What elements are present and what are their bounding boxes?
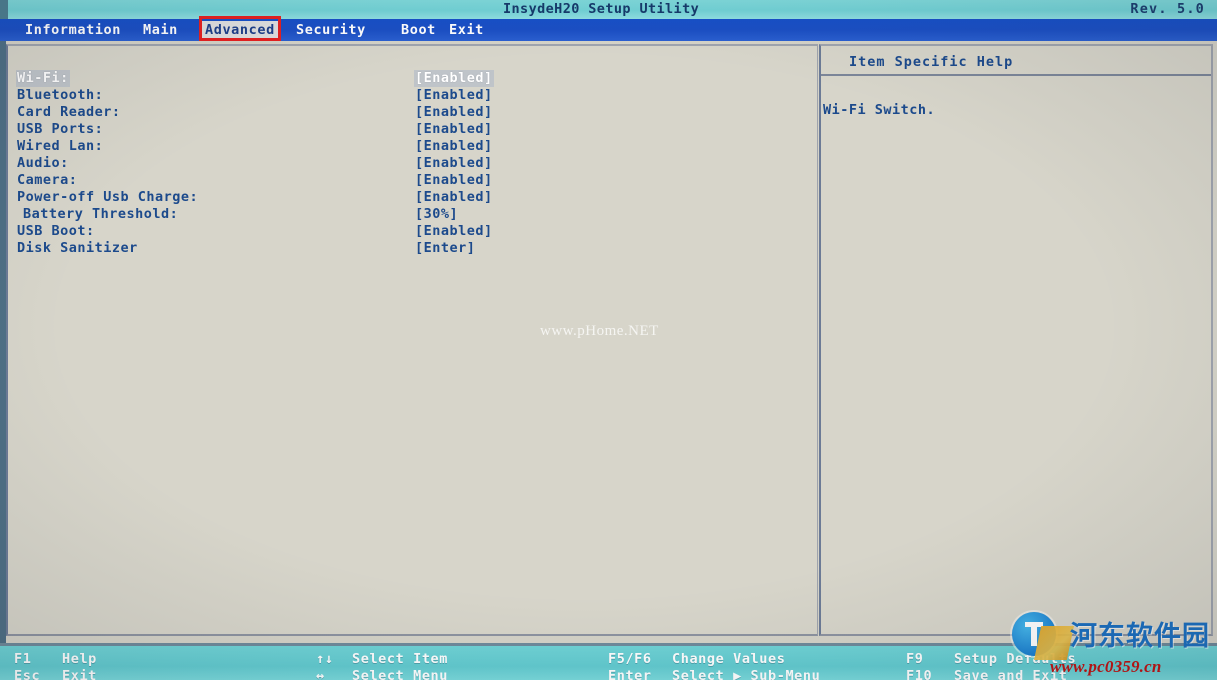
footer-text-save-and-exit: Save and Exit — [954, 668, 1068, 680]
footer-text-select-menu: Select Menu — [352, 668, 449, 680]
footer-text-select-item: Select Item — [352, 651, 449, 667]
footer-text-setup-defaults: Setup Defaults — [954, 651, 1077, 667]
setting-value[interactable]: [Enabled] — [414, 87, 494, 104]
setting-value[interactable]: [30%] — [414, 206, 459, 223]
setting-row[interactable]: USB Ports: [Enabled] — [8, 121, 820, 138]
setting-row[interactable]: Bluetooth: [Enabled] — [8, 87, 820, 104]
setting-label: Camera: — [17, 172, 78, 188]
setting-row[interactable]: Battery Threshold: [30%] — [8, 206, 820, 223]
footer-key-updown-arrows: ↑↓ — [316, 651, 334, 667]
footer-key-f9: F9 — [906, 651, 924, 667]
setting-label: Card Reader: — [17, 104, 121, 120]
setting-row[interactable]: Power-off Usb Charge: [Enabled] — [8, 189, 820, 206]
setting-value[interactable]: [Enabled] — [414, 121, 494, 138]
title-bar: InsydeH20 Setup Utility Rev. 5.0 — [0, 0, 1217, 19]
help-panel-title: Item Specific Help — [849, 54, 1014, 70]
revision-label: Rev. 5.0 — [1130, 1, 1205, 17]
setting-row[interactable]: Card Reader: [Enabled] — [8, 104, 820, 121]
setting-label: Audio: — [17, 155, 69, 171]
setting-value[interactable]: [Enabled] — [414, 70, 494, 87]
menu-tab-main[interactable]: Main — [140, 21, 181, 39]
footer-key-leftright-arrows: ↔ — [316, 668, 325, 680]
setting-label: Wi-Fi: — [16, 70, 70, 87]
setting-label: Disk Sanitizer — [17, 240, 138, 256]
setting-label: Wired Lan: — [17, 138, 104, 154]
footer-legend-bar: F1 Help Esc Exit ↑↓ Select Item ↔ Select… — [0, 646, 1217, 680]
help-panel-text: Wi-Fi Switch. — [823, 102, 936, 118]
menu-tab-exit[interactable]: Exit — [446, 21, 487, 39]
item-specific-help-panel: Item Specific Help Wi-Fi Switch. — [819, 44, 1213, 636]
menu-bar: Information Main Advanced Security Boot … — [0, 19, 1217, 41]
title-bar-left-edge — [0, 0, 8, 19]
app-title: InsydeH20 Setup Utility — [503, 1, 700, 17]
setting-label: USB Boot: — [17, 223, 95, 239]
setting-row[interactable]: Audio: [Enabled] — [8, 155, 820, 172]
footer-key-enter: Enter — [608, 668, 652, 680]
footer-key-f10: F10 — [906, 668, 933, 680]
setting-label: Power-off Usb Charge: — [17, 189, 199, 205]
bios-setup-screen: InsydeH20 Setup Utility Rev. 5.0 Informa… — [0, 0, 1217, 680]
menu-tab-information[interactable]: Information — [22, 21, 124, 39]
setting-row[interactable]: Camera: [Enabled] — [8, 172, 820, 189]
setting-row[interactable]: Disk Sanitizer [Enter] — [8, 240, 820, 257]
setting-row[interactable]: Wired Lan: [Enabled] — [8, 138, 820, 155]
setting-row[interactable]: USB Boot: [Enabled] — [8, 223, 820, 240]
setting-value[interactable]: [Enabled] — [414, 172, 494, 189]
footer-text-change-values: Change Values — [672, 651, 786, 667]
setting-value[interactable]: [Enabled] — [414, 138, 494, 155]
footer-key-esc: Esc — [14, 668, 41, 680]
help-panel-body: Wi-Fi Switch. — [821, 102, 1211, 118]
help-panel-header: Item Specific Help — [821, 46, 1211, 76]
setting-label: USB Ports: — [17, 121, 104, 137]
settings-list: Wi-Fi: [Enabled] Bluetooth: [Enabled] Card R… — [8, 70, 820, 257]
footer-text-exit: Exit — [62, 668, 97, 680]
footer-key-f1: F1 — [14, 651, 32, 667]
setting-label: Battery Threshold: — [23, 206, 179, 222]
setting-value[interactable]: [Enabled] — [414, 189, 494, 206]
menu-tab-boot[interactable]: Boot — [398, 21, 439, 39]
footer-key-f5-f6: F5/F6 — [608, 651, 652, 667]
footer-text-help: Help — [62, 651, 97, 667]
advanced-tab-annotation-box — [199, 16, 281, 41]
setting-row[interactable]: Wi-Fi: [Enabled] — [8, 70, 820, 87]
setting-value[interactable]: [Enabled] — [414, 223, 494, 240]
setting-label: Bluetooth: — [17, 87, 104, 103]
menu-tab-security[interactable]: Security — [293, 21, 369, 39]
setting-value[interactable]: [Enabled] — [414, 155, 494, 172]
settings-panel: Wi-Fi: [Enabled] Bluetooth: [Enabled] Card R… — [6, 44, 818, 636]
setting-value[interactable]: [Enter] — [414, 240, 476, 257]
setting-value[interactable]: [Enabled] — [414, 104, 494, 121]
footer-text-select-submenu: Select ▶ Sub-Menu — [672, 668, 821, 680]
